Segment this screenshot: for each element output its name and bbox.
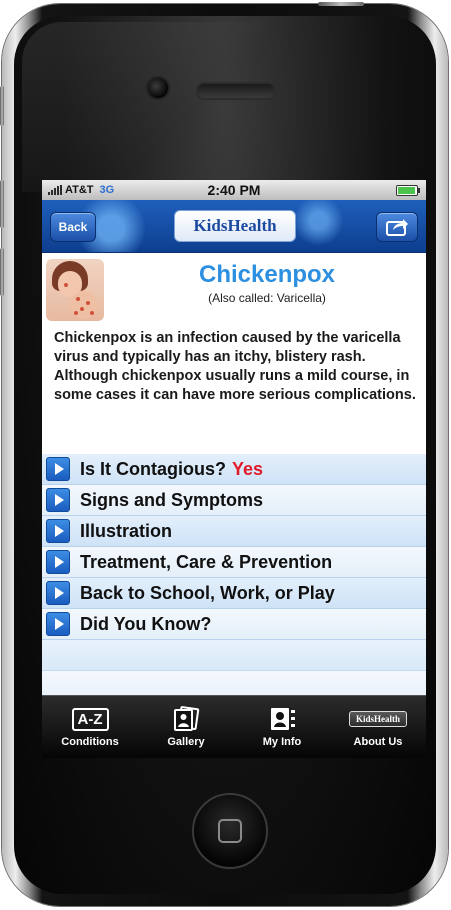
tab-gallery[interactable]: Gallery [138,696,234,758]
tab-conditions[interactable]: A-Z Conditions [42,696,138,758]
section-row-signs-symptoms[interactable]: Signs and Symptoms [42,485,426,516]
section-row-treatment[interactable]: Treatment, Care & Prevention [42,547,426,578]
status-bar: AT&T 3G 2:40 PM [42,180,426,200]
section-row-illustration[interactable]: Illustration [42,516,426,547]
volume-up-button [0,180,4,228]
bezel-glare [22,22,282,192]
tab-bar: A-Z Conditions Gallery My Info KidsHealt… [42,695,426,758]
contagious-answer: Yes [232,458,264,479]
section-label: Did You Know? [80,613,212,634]
section-label: Illustration [80,520,173,541]
navigation-bar: Back KidsHealth [42,200,426,253]
play-arrow-icon [46,488,70,512]
gallery-icon [174,706,200,731]
tab-label: My Info [262,736,302,748]
section-row-contagious[interactable]: Is It Contagious? Yes [42,454,426,485]
section-list: Is It Contagious? Yes Signs and Symptoms… [42,454,426,701]
section-row-did-you-know[interactable]: Did You Know? [42,609,426,640]
front-camera [146,76,170,100]
section-label: Is It Contagious? [80,458,226,479]
contact-card-icon [271,708,295,730]
a-z-icon: A-Z [71,707,109,731]
home-button[interactable] [192,793,268,869]
play-arrow-icon [46,519,70,543]
kidshealth-logo-icon: KidsHealth [348,711,407,727]
mute-switch [0,86,4,126]
share-icon [386,219,408,236]
battery-icon [396,185,420,196]
tab-label: Conditions [61,736,119,748]
play-arrow-icon [46,612,70,636]
share-button[interactable] [376,212,418,242]
screen: AT&T 3G 2:40 PM Back KidsHealth Chickenp… [42,180,426,758]
earpiece-speaker [196,82,276,100]
condition-photo [46,259,104,321]
play-arrow-icon [46,550,70,574]
page-title: Chickenpox [198,261,336,288]
tab-my-info[interactable]: My Info [234,696,330,758]
section-row-back-to-school[interactable]: Back to School, Work, or Play [42,578,426,609]
tab-label: About Us [353,736,403,748]
page-subtitle: (Also called: Varicella) [208,291,326,305]
tab-about-us[interactable]: KidsHealth About Us [330,696,426,758]
status-time: 2:40 PM [207,182,261,198]
home-square-icon [218,819,242,843]
back-button[interactable]: Back [50,212,96,242]
empty-row [42,640,426,671]
tab-label: Gallery [167,736,205,748]
volume-down-button [0,248,4,296]
play-arrow-icon [46,581,70,605]
article-description: Chickenpox is an infection caused by the… [54,330,416,403]
play-arrow-icon [46,457,70,481]
power-button [318,2,364,6]
kidshealth-logo: KidsHealth [174,210,296,242]
section-label: Back to School, Work, or Play [80,582,335,603]
section-label: Treatment, Care & Prevention [80,551,333,572]
article-header: Chickenpox (Also called: Varicella) [42,253,426,331]
section-label: Signs and Symptoms [80,489,264,510]
